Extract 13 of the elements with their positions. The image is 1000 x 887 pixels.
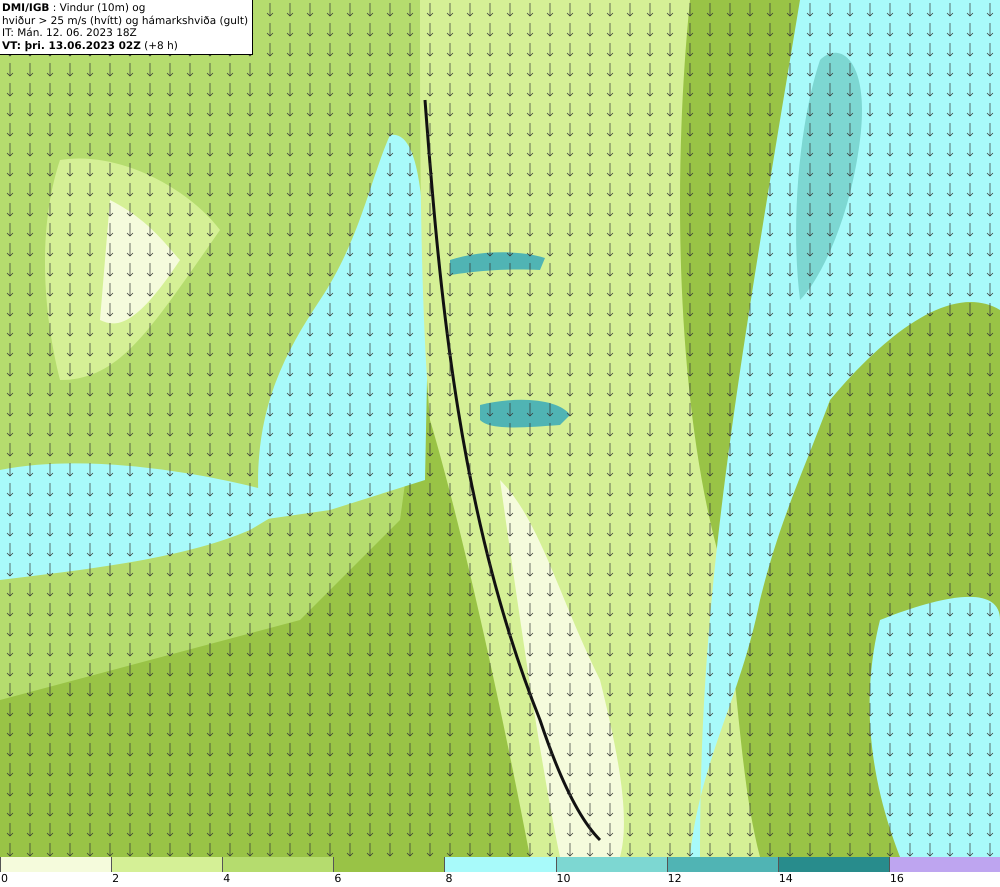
header-line: DMI/IGB : Vindur (10m) og <box>2 2 146 14</box>
legend-tick-label: 8 <box>444 872 452 886</box>
legend-tick-label: 6 <box>333 872 342 886</box>
legend-tick-label: 10 <box>556 872 571 886</box>
legend-tick-label: 16 <box>888 872 904 886</box>
header-line: IT: Mán. 12. 06. 2023 18Z <box>2 27 138 40</box>
legend-tick-label: 14 <box>778 872 793 886</box>
legend-tick-label: 4 <box>222 872 230 886</box>
legend-tick-label: 0 <box>0 872 8 886</box>
legend-tick-label: 2 <box>111 872 120 886</box>
legend-tick-label: 12 <box>666 872 682 886</box>
header-line: VT: þri. 13.06.2023 02Z (+8 h) <box>2 40 179 52</box>
header-line: hviður > 25 m/s (hvítt) og hámarkshviða (gult) <box>2 14 248 27</box>
